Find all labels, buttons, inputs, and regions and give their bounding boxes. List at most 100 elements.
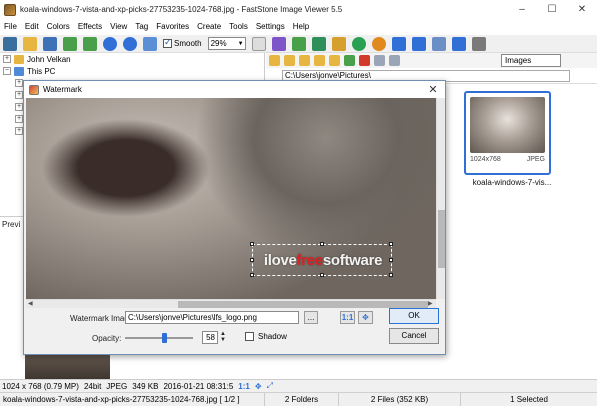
resize-handle[interactable]: [389, 242, 393, 246]
view-list-icon[interactable]: [389, 55, 400, 66]
camera-icon[interactable]: [3, 36, 17, 51]
redo-icon[interactable]: [411, 36, 426, 51]
slideshow-icon[interactable]: [451, 36, 466, 51]
thumbnail-name[interactable]: koala-windows-7-vis...: [462, 178, 562, 187]
folder-up-icon[interactable]: [284, 55, 295, 66]
filter-select[interactable]: Images: [501, 54, 561, 67]
hand-tool-icon[interactable]: [251, 36, 266, 51]
delete-icon[interactable]: [359, 55, 370, 66]
new-folder-icon[interactable]: [299, 55, 310, 66]
resize-handle[interactable]: [389, 258, 393, 262]
resize-handle[interactable]: [320, 273, 324, 277]
resize-handle[interactable]: [250, 273, 254, 277]
open-folder-icon[interactable]: [23, 36, 37, 51]
resize-handle[interactable]: [389, 273, 393, 277]
menu-settings[interactable]: Settings: [252, 19, 289, 35]
expand-icon[interactable]: +: [15, 79, 23, 87]
opacity-slider-thumb[interactable]: [162, 333, 167, 343]
status-bar: koala-windows-7-vista-and-xp-picks-27753…: [0, 392, 597, 406]
actual-size-button[interactable]: 1:1: [340, 311, 355, 324]
tree-item-user[interactable]: + John Velkan: [0, 53, 264, 65]
scroll-thumb[interactable]: [178, 301, 428, 308]
scroll-thumb[interactable]: [438, 210, 445, 268]
scroll-right-icon[interactable]: ▶: [428, 300, 433, 307]
menu-view[interactable]: View: [106, 19, 131, 35]
smooth-check-mark[interactable]: [163, 37, 172, 48]
resize-handle[interactable]: [320, 242, 324, 246]
expand-icon[interactable]: +: [15, 115, 23, 123]
status-files: 2 Files (352 KB): [339, 392, 461, 406]
opacity-slider-track[interactable]: [125, 337, 193, 339]
compare-icon[interactable]: [431, 36, 446, 51]
tree-item-this-pc[interactable]: − This PC: [0, 65, 264, 77]
resize-handle[interactable]: [250, 258, 254, 262]
zoom-in-icon[interactable]: [103, 36, 117, 51]
close-button[interactable]: ✕: [567, 0, 597, 19]
menu-favorites[interactable]: Favorites: [152, 19, 193, 35]
position-icon[interactable]: ✥: [358, 311, 373, 324]
shadow-checkbox[interactable]: Shadow: [245, 332, 287, 341]
minimize-button[interactable]: –: [507, 0, 537, 19]
person-icon[interactable]: [351, 36, 366, 51]
copy-folder-icon[interactable]: [314, 55, 325, 66]
tree-item-label: This PC: [27, 66, 56, 76]
watermark-image-path[interactable]: C:\Users\jonve\Pictures\lfs_logo.png: [125, 311, 299, 324]
first-image-icon[interactable]: [63, 36, 77, 51]
resize-icon[interactable]: [291, 36, 306, 51]
vertical-scrollbar[interactable]: [436, 98, 445, 299]
browse-button[interactable]: ...: [304, 311, 318, 324]
scroll-left-icon[interactable]: ◀: [28, 300, 33, 307]
folder-icon[interactable]: [269, 55, 280, 66]
crop-icon[interactable]: [271, 36, 286, 51]
zoom-select[interactable]: 29% ▼: [207, 37, 246, 50]
menu-colors[interactable]: Colors: [43, 19, 74, 35]
menu-tag[interactable]: Tag: [131, 19, 152, 35]
maximize-button[interactable]: ☐: [537, 0, 567, 19]
color-icon[interactable]: [331, 36, 346, 51]
watermark-logo[interactable]: ilovefreesoftware: [253, 252, 393, 269]
save-icon[interactable]: [43, 36, 57, 51]
smooth-checkbox[interactable]: Smooth: [163, 37, 202, 48]
dialog-close-button[interactable]: ✕: [421, 83, 445, 96]
watermark-dialog: Watermark ✕ ilovefreesoftware ◀ ▶ Waterm…: [23, 80, 446, 355]
collapse-icon[interactable]: −: [3, 67, 11, 75]
menu-edit[interactable]: Edit: [21, 19, 43, 35]
watermark-selection[interactable]: ilovefreesoftware: [250, 242, 393, 277]
expand-icon[interactable]: +: [15, 91, 23, 99]
status-filename: koala-windows-7-vista-and-xp-picks-27753…: [0, 392, 265, 406]
expand-icon[interactable]: +: [15, 103, 23, 111]
last-image-icon[interactable]: [83, 36, 97, 51]
cancel-button[interactable]: Cancel: [389, 328, 439, 344]
move-icon[interactable]: ✥: [255, 382, 262, 391]
menu-effects[interactable]: Effects: [74, 19, 106, 35]
rotate-icon[interactable]: [311, 36, 326, 51]
menu-file[interactable]: File: [0, 19, 21, 35]
view-grid-icon[interactable]: [374, 55, 385, 66]
image-info-bar: 1024 x 768 (0.79 MP) 24bit JPEG 349 KB 2…: [0, 379, 597, 392]
menu-tools[interactable]: Tools: [225, 19, 252, 35]
opacity-value[interactable]: 58: [202, 331, 218, 344]
spin-arrows-icon[interactable]: ▲ ▼: [220, 331, 226, 343]
expand-icon[interactable]: +: [15, 127, 23, 135]
horizontal-scrollbar[interactable]: ◀ ▶: [26, 299, 436, 308]
shadow-check-mark[interactable]: [245, 332, 254, 341]
zoom-out-icon[interactable]: [123, 36, 137, 51]
move-folder-icon[interactable]: [329, 55, 340, 66]
menu-help[interactable]: Help: [289, 19, 313, 35]
resize-handle[interactable]: [250, 242, 254, 246]
ok-button[interactable]: OK: [389, 308, 439, 324]
window-title: koala-windows-7-vista-and-xp-picks-27753…: [20, 5, 343, 14]
ratio-button[interactable]: 1:1: [238, 382, 250, 391]
layout-icon[interactable]: [471, 36, 486, 51]
watermark-preview-image[interactable]: ilovefreesoftware: [26, 98, 436, 299]
info-resolution: 1024 x 768 (0.79 MP): [2, 381, 79, 391]
menu-create[interactable]: Create: [193, 19, 225, 35]
settings-gear-icon[interactable]: [371, 36, 386, 51]
fit-window-icon[interactable]: [143, 36, 157, 51]
expand-icon[interactable]: +: [3, 55, 11, 63]
undo-icon[interactable]: [391, 36, 406, 51]
fit-icon[interactable]: ⤢: [267, 381, 273, 391]
thumbnail-selected[interactable]: 1024x768 JPEG: [464, 91, 551, 175]
refresh-icon[interactable]: [344, 55, 355, 66]
thumbnail-meta: 1024x768 JPEG: [470, 156, 545, 163]
